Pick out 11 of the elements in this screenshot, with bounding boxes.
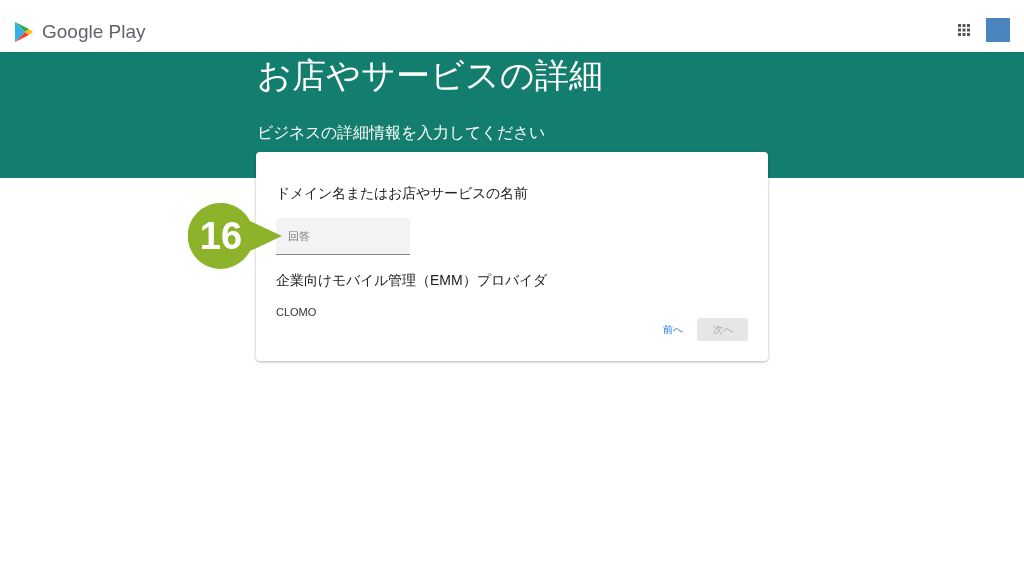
page-title: お店やサービスの詳細 bbox=[257, 55, 604, 96]
back-link[interactable]: 前へ bbox=[661, 318, 685, 341]
apps-grid-icon[interactable] bbox=[958, 24, 970, 36]
answer-field[interactable]: 回答 bbox=[276, 218, 410, 255]
field-label: ドメイン名またはお店やサービスの名前 bbox=[276, 185, 529, 203]
field-value: CLOMO bbox=[276, 306, 318, 318]
step-number-callout: 16 bbox=[188, 201, 284, 271]
play-logo-icon bbox=[14, 21, 34, 43]
logo-text: Google Play bbox=[42, 21, 146, 43]
page-subtitle: ビジネスの詳細情報を入力してください bbox=[257, 123, 546, 143]
field-label: 企業向けモバイル管理（EMM）プロバイダ bbox=[276, 272, 548, 290]
